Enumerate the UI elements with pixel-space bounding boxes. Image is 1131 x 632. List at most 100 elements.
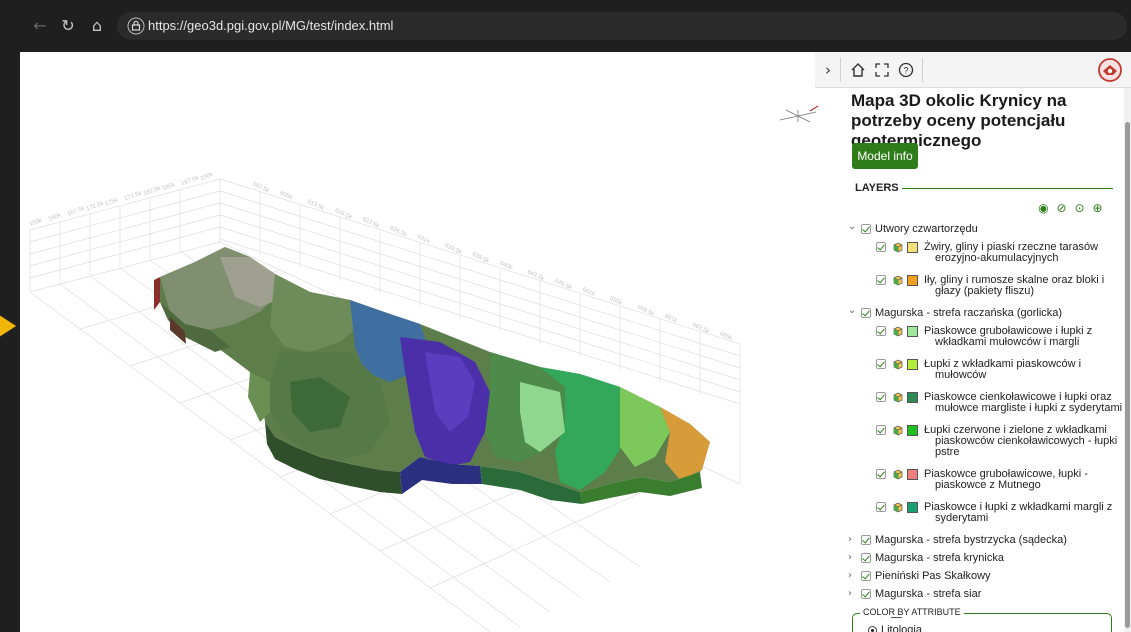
back-button[interactable]: ← [30,16,50,36]
bookmark-indicator [0,313,20,339]
chevron-right-icon[interactable]: › [818,60,838,80]
layer-group-label[interactable]: Magurska - strefa siar [875,588,981,600]
layer-color-swatch [907,392,918,403]
scrollbar-thumb[interactable] [1125,122,1130,628]
model-info-button[interactable]: Model info [852,143,918,169]
chevron-right-icon[interactable]: › [848,588,857,600]
url-text[interactable]: https://geo3d.pgi.gov.pl/MG/test/index.h… [148,18,393,33]
axis-tick-label: 658.5k [636,305,656,318]
geological-3d-model[interactable]: 150k160k167.5k 172.5k 175k177.5k 182.5k 185k… [20,52,840,632]
layer-checkbox[interactable] [876,392,886,402]
axis-tick-label: 150k [29,217,44,227]
eye-off-icon[interactable]: ⊘ [1054,201,1069,216]
fullscreen-icon[interactable] [872,60,892,80]
axis-tick-label: 626.5k [389,225,409,238]
axis-tick-label: 655k [609,296,624,307]
layer-checkbox[interactable] [876,326,886,336]
panel-scrollbar[interactable] [1124,88,1131,632]
chevron-right-icon[interactable]: › [848,570,857,582]
layer-3d-icon[interactable] [892,326,903,337]
layer-tools: ◉ ⊘ ⊙ ⊕ [1036,199,1108,215]
layer-color-swatch [907,359,918,370]
group-checkbox[interactable] [861,308,871,318]
axis-tick-label: 665k [719,331,734,342]
terrain-surface [160,247,710,492]
group-checkbox[interactable] [861,535,871,545]
expand-all-icon[interactable]: ⊕ [1090,201,1105,216]
layer-label[interactable]: piaskowce z Mutnego [935,479,1041,491]
layer-label[interactable]: mułowce margliste i łupki z syderytami [935,402,1122,414]
layer-checkbox[interactable] [876,425,886,435]
panel-toolbar: › ? [815,52,1131,88]
chevron-right-icon[interactable]: › [848,552,857,564]
axis-tick-label: 640k [499,261,514,272]
layer-3d-icon[interactable] [892,359,903,370]
layer-3d-icon[interactable] [892,392,903,403]
layer-group-label[interactable]: Magurska - strefa raczańska (gorlicka) [875,307,1062,319]
layer-3d-icon[interactable] [892,275,903,286]
chevron-down-icon[interactable]: ⌄ [848,305,857,317]
map-3d-viewport[interactable]: 150k 160k 167.5k 172.5k 175k 177.5k 182.5k 185k… [0,52,840,632]
layers-panel: Mapa 3D okolic Krynicy na potrzeby oceny… [840,88,1124,632]
browser-toolbar: ← ↻ ⌂ https://geo3d.pgi.gov.pl/MG/test/i… [0,0,1131,52]
address-bar[interactable]: https://geo3d.pgi.gov.pl/MG/test/index.h… [117,12,1127,40]
layer-3d-icon[interactable] [892,425,903,436]
axis-tick-label: 643.5k [526,269,546,282]
axis-tick-label: 190k [200,172,215,182]
layer-checkbox[interactable] [876,502,886,512]
layer-group-label[interactable]: Pieniński Pas Skałkowy [875,570,991,582]
layer-label[interactable]: syderytami [935,512,988,524]
litologia-label[interactable]: Litologia [881,624,922,632]
group-checkbox[interactable] [861,553,871,563]
layer-label[interactable]: mułowców [935,369,986,381]
chevron-right-icon[interactable]: › [848,534,857,546]
layer-group-label[interactable]: Utwory czwartorzędu [875,223,978,235]
layer-label[interactable]: piaskowców cienkoławicowych - łupki [935,435,1117,447]
layer-color-swatch [907,502,918,513]
axis-tick-label: 651k [581,287,596,298]
panel-title: Mapa 3D okolic Krynicy na potrzeby oceny… [851,91,1067,150]
layer-checkbox[interactable] [876,469,886,479]
eye-icon[interactable]: ◉ [1036,201,1051,216]
layer-color-swatch [907,275,918,286]
layer-label[interactable]: pstre [935,446,959,458]
axis-tick-label: 661k [664,313,679,324]
axis-tick-label: 623.5k [361,217,381,230]
axis-tick-label: 616.5k [334,208,354,221]
layer-label[interactable]: wkładkami mułowców i margli [935,336,1079,348]
layer-checkbox[interactable] [876,275,886,285]
layer-checkbox[interactable] [876,359,886,369]
layer-group-label[interactable]: Magurska - strefa krynicka [875,552,1004,564]
chevron-down-icon[interactable]: ⌄ [848,221,857,233]
layer-3d-icon[interactable] [892,469,903,480]
layers-divider [902,188,1113,189]
axis-tick-label: 638.5k [471,252,491,265]
home-button[interactable]: ⌂ [87,16,107,36]
layer-label[interactable]: głazy (pakiety fliszu) [935,285,1034,297]
reload-button[interactable]: ↻ [58,16,78,36]
group-checkbox[interactable] [861,589,871,599]
site-info-icon[interactable] [127,17,145,35]
help-icon[interactable]: ? [896,60,916,80]
toolbar-divider [840,58,841,82]
toolbar-divider [922,58,923,82]
layer-3d-icon[interactable] [892,502,903,513]
axis-tick-label: 633.5k [444,243,464,256]
pgi-logo-icon[interactable] [1097,57,1123,83]
axis-tick-label: 175k [105,197,120,207]
group-checkbox[interactable] [861,224,871,234]
layer-checkbox[interactable] [876,242,886,252]
litologia-radio[interactable] [868,626,877,632]
layer-color-swatch [907,469,918,480]
home-icon[interactable] [848,60,868,80]
axis-tick-label: 663.5k [691,322,711,335]
layer-color-swatch [907,326,918,337]
collapse-all-icon[interactable]: ⊙ [1072,201,1087,216]
color-by-attribute-legend: COLOR BY ATTRIBUTE [860,607,964,617]
layer-group-label[interactable]: Magurska - strefa bystrzycka (sądecka) [875,534,1067,546]
layer-label[interactable]: erozyjno-akumulacyjnych [935,252,1059,264]
layer-3d-icon[interactable] [892,242,903,253]
svg-text:?: ? [903,66,908,76]
layer-color-swatch [907,425,918,436]
group-checkbox[interactable] [861,571,871,581]
